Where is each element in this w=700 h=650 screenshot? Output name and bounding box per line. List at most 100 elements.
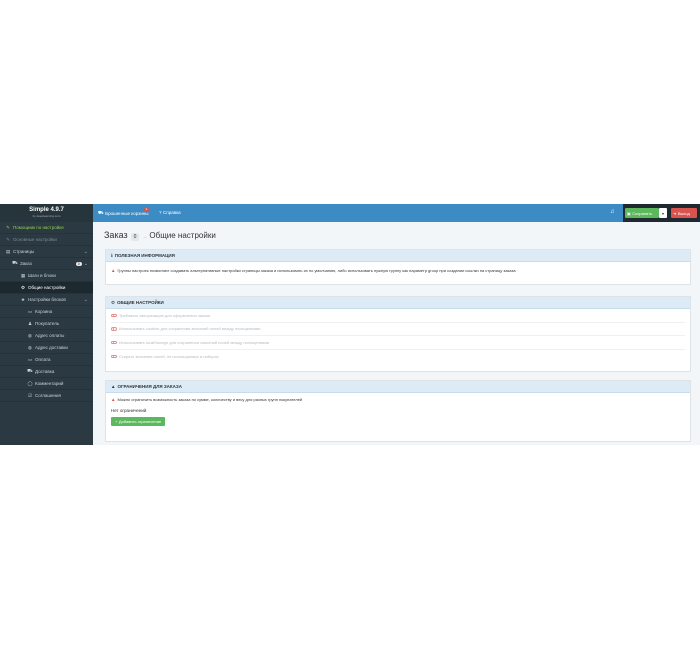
info-text: Группы настроек позволяют создавать альт… <box>117 268 516 273</box>
option-label: Использовать localStorage для сохранения… <box>119 339 270 345</box>
magic-icon: ✎ <box>6 224 10 230</box>
sidebar-item-shipping[interactable]: ⛟ Доставка <box>0 366 93 378</box>
option-row[interactable]: Стирать значения полей, не используемых … <box>111 350 685 364</box>
info-text-line: ▲ Группы настроек позволяют создавать ал… <box>111 268 685 273</box>
option-label: Использовать cookies для сохранения знач… <box>119 326 261 332</box>
info-panel-body: ▲ Группы настроек позволяют создавать ал… <box>106 262 690 277</box>
option-row[interactable]: Использовать localStorage для сохранения… <box>111 336 685 350</box>
topbar: ⛟ Брошенные корзины 1 ? Справка ♫ ▣ Сохр… <box>93 204 700 222</box>
sidebar-item-order[interactable]: ⛟ Заказ 0 ⌄ <box>0 258 93 270</box>
warning-icon: ▲ <box>111 268 116 273</box>
save-label: Сохранить <box>632 210 653 216</box>
save-icon: ▣ <box>627 210 631 216</box>
toggle-off-icon[interactable] <box>111 313 117 317</box>
limits-warning-text: Можно ограничить возможность заказа по с… <box>117 397 303 402</box>
sidebar-item-shipping-address[interactable]: ◍ Адрес доставки <box>0 342 93 354</box>
sidebar-item-general-settings[interactable]: ⚙ Общие настройки <box>0 282 93 294</box>
cart-icon: ⛟ <box>98 210 104 215</box>
page-badge: 0 <box>130 233 140 241</box>
sidebar-item-payment[interactable]: ▭ Оплата <box>0 354 93 366</box>
sliders-icon: ♣ <box>21 297 25 302</box>
warning-icon: ▲ <box>111 384 116 389</box>
info-panel: ℹ ПОЛЕЗНАЯ ИНФОРМАЦИЯ ▲ Группы настроек … <box>105 249 691 285</box>
sidebar-item-block-settings[interactable]: ♣ Настройки блоков ⌄ <box>0 294 93 306</box>
exit-icon: ➜ <box>673 210 677 216</box>
cart-icon: ⛟ <box>12 260 18 265</box>
basket-icon: ▭ <box>27 308 33 314</box>
sidebar-item-label: Помощник по настройке <box>13 225 64 230</box>
help-link[interactable]: ? Справка <box>159 210 181 215</box>
sidebar-item-label: Общие настройки <box>28 285 66 290</box>
truck-icon: ⛟ <box>27 368 33 373</box>
globe-icon: ◍ <box>28 332 32 338</box>
exit-label: Выход <box>677 210 690 216</box>
exit-button[interactable]: ➜ Выход <box>671 208 697 218</box>
sidebar-item-steps-blocks[interactable]: ▦ Шаги и блоки <box>0 270 93 282</box>
option-row[interactable]: Требовать авторизацию для оформления зак… <box>111 309 685 323</box>
gear-icon: ⚙ <box>20 284 26 290</box>
page-title: Заказ <box>104 230 128 240</box>
chevron-down-icon: ⌄ <box>83 260 88 267</box>
sidebar-item-pages[interactable]: ▤ Страницы ⌄ <box>0 246 93 258</box>
order-limits-header: ▲ ОГРАНИЧЕНИЯ ДЛЯ ЗАКАЗА <box>106 381 690 393</box>
sidebar-item-payment-address[interactable]: ◍ Адрес оплаты <box>0 330 93 342</box>
sidebar-item-customer[interactable]: ♟ Покупатель <box>0 318 93 330</box>
check-icon: ☑ <box>27 392 33 398</box>
brand-subtitle: by deeplearning.com <box>32 214 61 218</box>
action-toolbar: ▣ Сохранить ▾ ➜ Выход <box>623 204 700 222</box>
save-dropdown-button[interactable]: ▾ <box>659 208 667 218</box>
add-limit-label: Добавить ограничение <box>118 419 162 424</box>
page-separator: → <box>142 234 148 240</box>
sidebar-item-cart[interactable]: ▭ Корзина <box>0 306 93 318</box>
save-button[interactable]: ▣ Сохранить <box>625 208 659 218</box>
abandoned-carts-label: Брошенные корзины <box>105 211 149 216</box>
page-subtitle: Общие настройки <box>149 231 216 240</box>
sidebar-item-label: Корзина <box>35 309 53 314</box>
gear-icon: ⚙ <box>111 299 116 305</box>
app-window: Simple 4.9.7 by deeplearning.com ✎ Помощ… <box>0 204 700 445</box>
no-limits-label: Нет ограничений <box>111 408 147 413</box>
chevron-down-icon: ⌄ <box>83 248 88 255</box>
comment-icon: ◯ <box>27 380 33 386</box>
add-limit-button[interactable]: + Добавить ограничение <box>111 417 166 426</box>
plus-icon: + <box>115 419 118 424</box>
option-label: Требовать авторизацию для оформления зак… <box>119 312 210 318</box>
main-content: Заказ 0 → Общие настройки ℹ ПОЛЕЗНАЯ ИНФ… <box>93 222 700 445</box>
sidebar-item-main-settings[interactable]: ✎ Основные настройки <box>0 234 93 246</box>
general-settings-body: Требовать авторизацию для оформления зак… <box>106 309 690 367</box>
sidebar-item-label: Комментарий <box>35 381 64 386</box>
order-limits-panel: ▲ ОГРАНИЧЕНИЯ ДЛЯ ЗАКАЗА ▲ Можно огранич… <box>105 380 691 442</box>
sidebar-item-agreements[interactable]: ☑ Соглашения <box>0 390 93 402</box>
sidebar-item-wizard[interactable]: ✎ Помощник по настройке <box>0 222 93 234</box>
bell-icon[interactable]: ♫ <box>610 209 615 215</box>
globe-icon: ◍ <box>28 344 32 350</box>
general-settings-title: ОБЩИЕ НАСТРОЙКИ <box>117 300 164 305</box>
order-count-badge: 0 <box>75 261 82 266</box>
toggle-off-icon[interactable] <box>111 340 117 344</box>
user-icon: ♟ <box>27 320 33 326</box>
option-row[interactable]: Использовать cookies для сохранения знач… <box>111 323 685 336</box>
sidebar-item-comment[interactable]: ◯ Комментарий <box>0 378 93 390</box>
sidebar-item-label: Заказ <box>20 261 32 266</box>
abandoned-carts-link[interactable]: ⛟ Брошенные корзины 1 <box>98 207 149 217</box>
brand-title: Simple 4.9.7 <box>29 207 64 213</box>
order-limits-title: ОГРАНИЧЕНИЯ ДЛЯ ЗАКАЗА <box>117 384 182 389</box>
sidebar-item-label: Адрес оплаты <box>35 333 65 338</box>
sidebar-item-label: Оплата <box>35 357 51 362</box>
toggle-off-icon[interactable] <box>111 354 117 358</box>
wrench-icon: ✎ <box>6 236 10 242</box>
toggle-off-icon[interactable] <box>111 327 117 331</box>
info-icon: ℹ <box>111 252 113 258</box>
file-icon: ▤ <box>5 248 11 254</box>
sidebar-item-label: Доставка <box>35 369 55 374</box>
info-panel-header: ℹ ПОЛЕЗНАЯ ИНФОРМАЦИЯ <box>106 250 690 262</box>
sidebar-item-label: Страницы <box>13 249 35 254</box>
grid-icon: ▦ <box>20 272 26 278</box>
info-panel-title: ПОЛЕЗНАЯ ИНФОРМАЦИЯ <box>114 253 175 258</box>
card-icon: ▭ <box>27 356 33 362</box>
sidebar-item-label: Адрес доставки <box>35 345 68 350</box>
abandoned-count-badge: 1 <box>144 207 149 212</box>
sidebar-item-label: Соглашения <box>35 393 61 398</box>
order-limits-body: ▲ Можно ограничить возможность заказа по… <box>106 393 690 430</box>
brand: Simple 4.9.7 by deeplearning.com <box>0 204 93 222</box>
